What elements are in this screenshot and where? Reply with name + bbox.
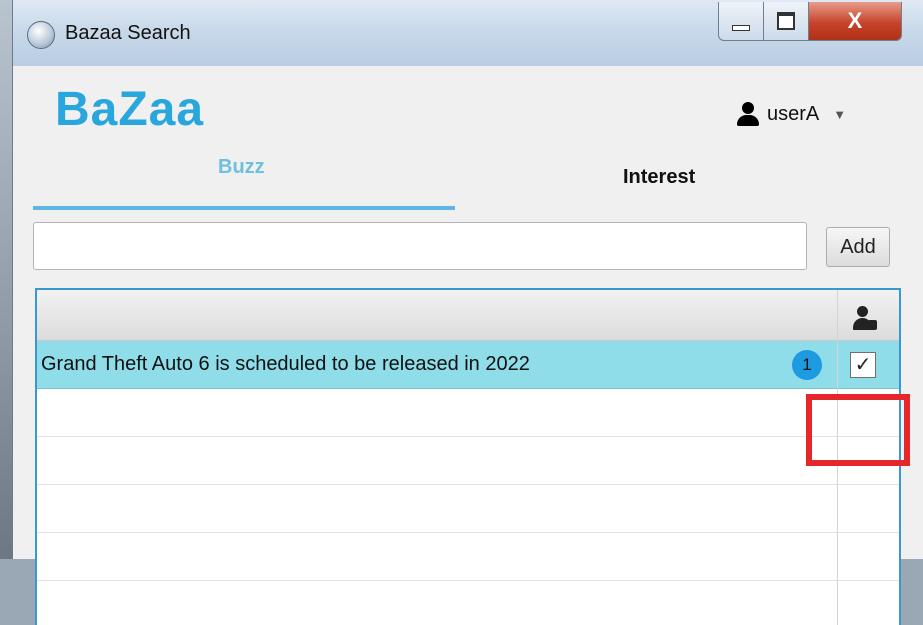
- app-window: Bazaa Search X BaZaa userA ▼ Buzz Intere…: [12, 0, 923, 625]
- user-icon: [737, 102, 759, 126]
- buzz-table: Grand Theft Auto 6 is scheduled to be re…: [35, 288, 901, 625]
- tab-interest[interactable]: Interest: [623, 166, 695, 189]
- chevron-down-icon: ▼: [833, 106, 847, 122]
- table-row[interactable]: [37, 533, 899, 581]
- row-text: Grand Theft Auto 6 is scheduled to be re…: [41, 353, 530, 375]
- title-bar[interactable]: Bazaa Search X: [13, 0, 923, 66]
- row-checkbox[interactable]: ✓: [850, 352, 876, 378]
- app-content: BaZaa userA ▼ Buzz Interest Add Grand Th…: [13, 66, 923, 625]
- maximize-icon: [777, 12, 795, 30]
- table-row[interactable]: [37, 389, 899, 437]
- user-menu[interactable]: userA ▼: [737, 102, 846, 126]
- app-logo: BaZaa: [55, 83, 205, 136]
- desktop-background: [0, 0, 12, 559]
- window-title: Bazaa Search: [65, 22, 191, 44]
- table-row[interactable]: [37, 437, 899, 485]
- add-button[interactable]: Add: [826, 227, 890, 267]
- user-name: userA: [767, 102, 820, 125]
- minimize-icon: [732, 25, 750, 31]
- count-badge: 1: [792, 350, 822, 380]
- close-button[interactable]: X: [808, 2, 902, 41]
- maximize-button[interactable]: [763, 2, 809, 41]
- active-tab-indicator: [33, 206, 455, 210]
- table-header: [37, 290, 899, 341]
- user-lock-icon[interactable]: [853, 306, 883, 336]
- column-divider: [837, 290, 838, 625]
- table-row[interactable]: Grand Theft Auto 6 is scheduled to be re…: [37, 341, 899, 389]
- close-icon: X: [847, 8, 863, 33]
- table-row[interactable]: [37, 485, 899, 533]
- minimize-button[interactable]: [718, 2, 764, 41]
- tab-buzz[interactable]: Buzz: [218, 156, 265, 179]
- buzz-input[interactable]: [33, 222, 807, 270]
- app-icon: [27, 21, 55, 49]
